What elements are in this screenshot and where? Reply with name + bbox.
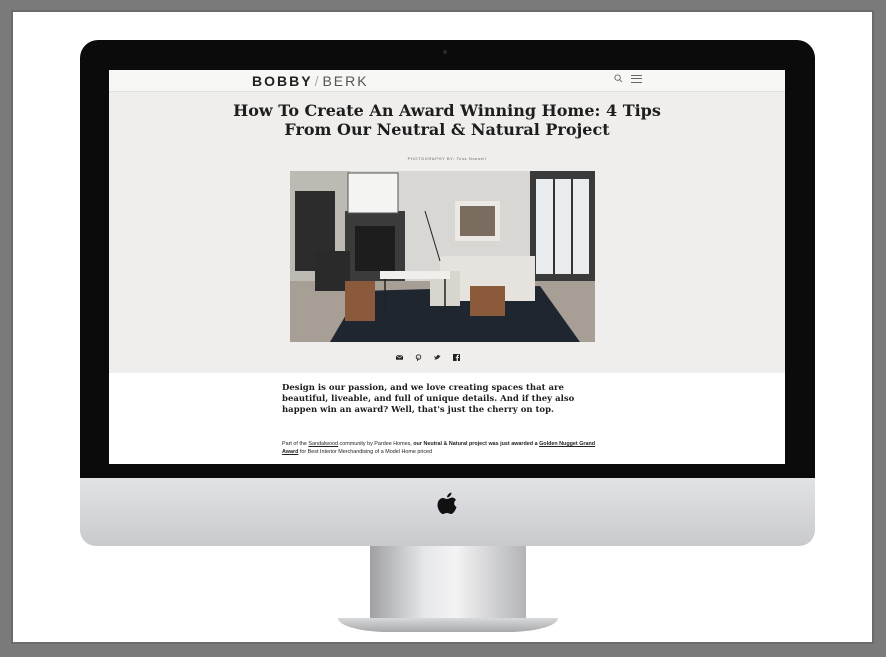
monitor-screen: BOBBY / BERK How To Create An Award Winnin… <box>109 70 785 464</box>
para-bold: our Neutral & Natural project was just a… <box>413 441 540 447</box>
email-icon[interactable] <box>395 354 404 361</box>
sandalwood-link[interactable]: Sandalwood <box>308 441 338 447</box>
hero-image <box>290 171 595 342</box>
brand-second: BERK <box>322 73 369 89</box>
twitter-icon[interactable] <box>434 354 441 361</box>
site-header: BOBBY / BERK <box>109 70 785 92</box>
apple-logo-icon <box>437 492 457 514</box>
monitor-chin <box>80 478 815 546</box>
brand-first: BOBBY <box>252 73 313 89</box>
article-lede: Design is our passion, and we love creat… <box>282 383 575 415</box>
para-mid: community by Pardee Homes, <box>338 441 414 447</box>
menu-icon[interactable] <box>631 74 642 83</box>
article-paragraph: Part of the Sandalwood community by Pard… <box>282 440 612 456</box>
share-bar <box>395 354 460 362</box>
pinterest-icon[interactable] <box>415 354 422 362</box>
para-suffix: for Best Interior Merchandising of a Mod… <box>298 449 433 455</box>
camera-dot <box>443 50 447 54</box>
site-logo[interactable]: BOBBY / BERK <box>252 73 369 89</box>
facebook-icon[interactable] <box>453 354 460 361</box>
photo-credit: PHOTOGRAPHY BY: Tess Noesell <box>407 156 487 161</box>
search-icon[interactable] <box>614 74 623 83</box>
monitor-stand-foot <box>338 618 558 632</box>
article-body: Design is our passion, and we love creat… <box>109 373 785 464</box>
header-icons <box>614 74 642 83</box>
brand-slash: / <box>314 73 321 89</box>
para-prefix: Part of the <box>282 441 309 447</box>
article-title: How To Create An Award Winning Home: 4 T… <box>233 101 661 139</box>
monitor-stand-neck <box>370 546 526 622</box>
